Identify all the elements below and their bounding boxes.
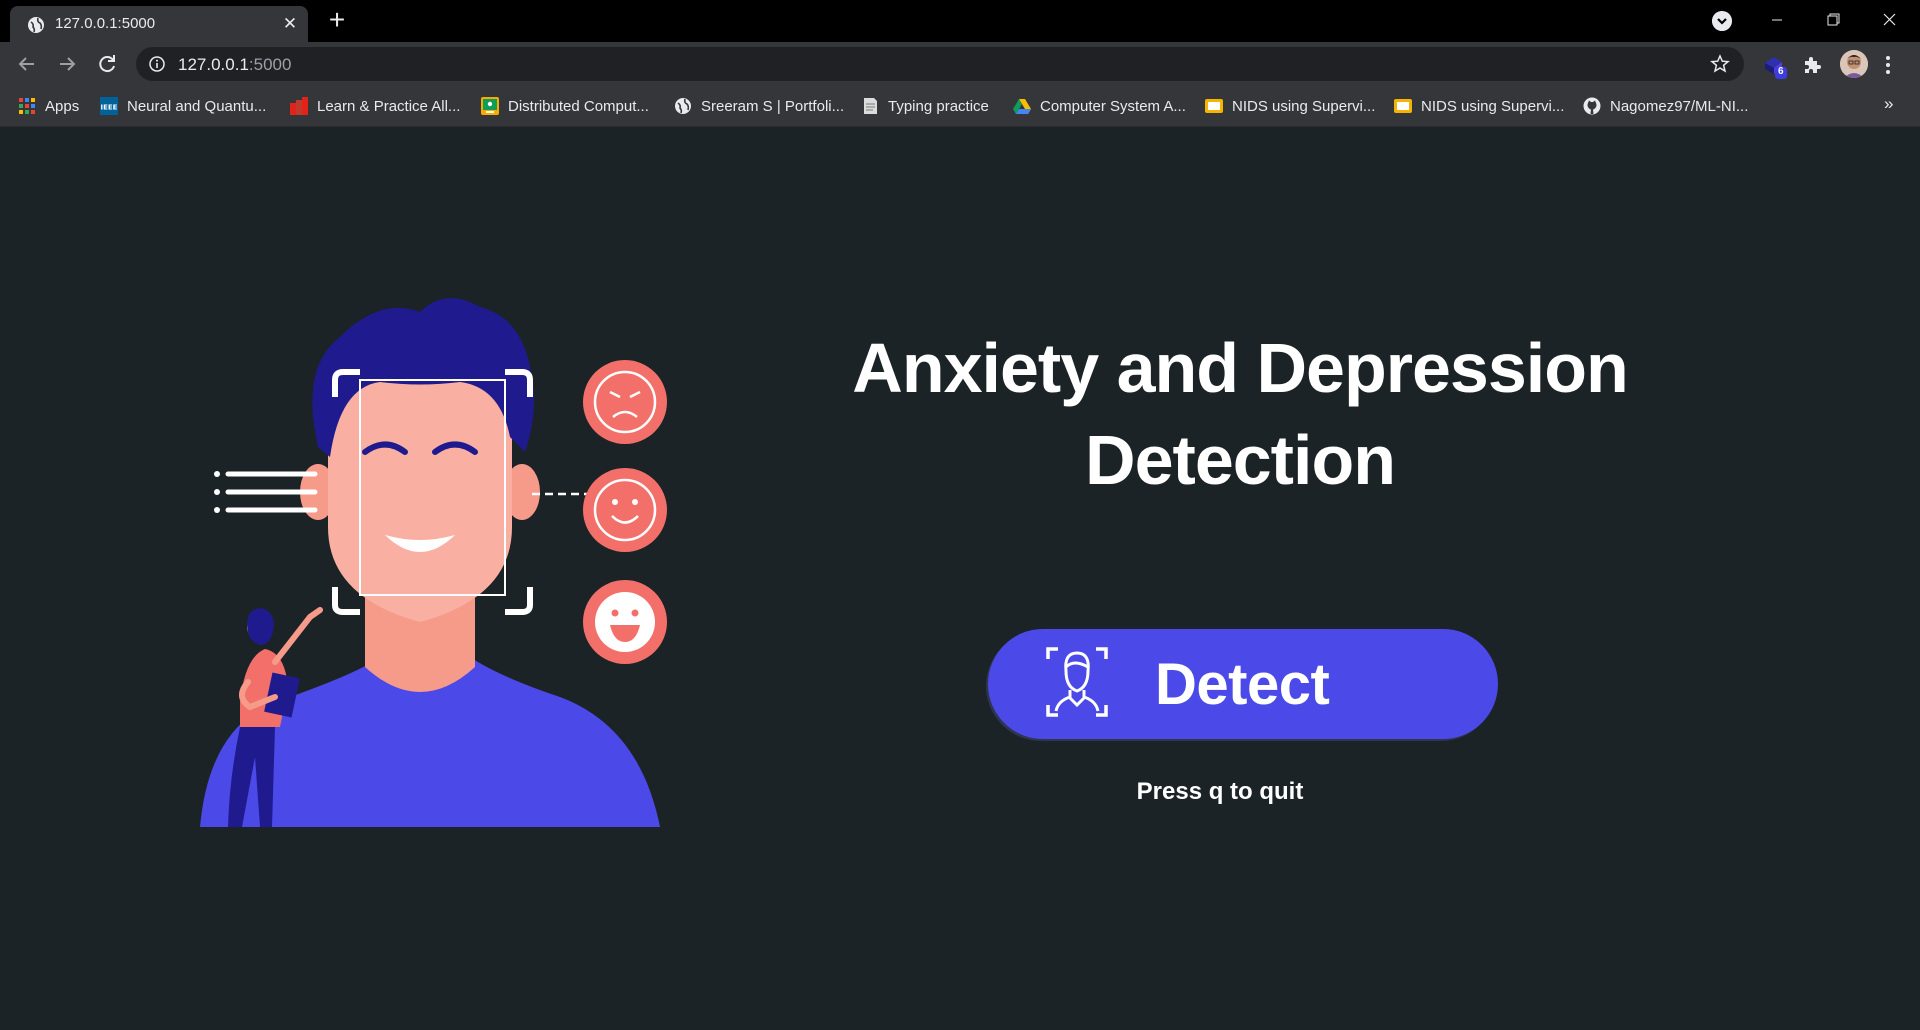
detect-button-label: Detect — [1155, 652, 1330, 717]
bookmark-item[interactable]: Nagomez97/ML-NI... — [1583, 86, 1748, 126]
bookmark-item[interactable]: NIDS using Supervi... — [1394, 86, 1564, 126]
page-title: Anxiety and Depression Detection — [820, 322, 1660, 506]
apps-grid-icon — [19, 98, 35, 114]
url-text[interactable]: 127.0.0.1:5000 — [178, 55, 291, 75]
happy-face-icon — [583, 468, 667, 552]
extension-badge: 6 — [1778, 66, 1784, 77]
bookmarks-bar: Apps IEEE Neural and Quantu... Learn & P… — [0, 86, 1920, 127]
bookmark-item[interactable]: IEEE Neural and Quantu... — [100, 86, 266, 126]
minimize-icon — [1772, 19, 1782, 21]
svg-text:IEEE: IEEE — [101, 104, 118, 112]
laughing-face-icon — [583, 580, 667, 664]
globe-icon — [28, 17, 44, 33]
url-port: :5000 — [248, 55, 292, 74]
bookmark-item[interactable]: Learn & Practice All... — [290, 86, 460, 126]
bookmark-label: Neural and Quantu... — [127, 97, 267, 115]
quit-hint: Press q to quit — [1136, 778, 1304, 805]
extension-icon — [1765, 57, 1787, 79]
tab-strip: 127.0.0.1:5000 ✕ + — [0, 0, 1920, 42]
slides-icon — [1205, 99, 1223, 113]
avatar[interactable] — [1840, 50, 1868, 78]
profile-avatar-icon — [1840, 50, 1868, 78]
site-info-icon[interactable] — [149, 56, 165, 72]
forward-arrow-icon[interactable] — [53, 50, 81, 78]
bookmark-label: Computer System A... — [1040, 97, 1186, 115]
bookmark-star-icon[interactable] — [1710, 54, 1730, 74]
puzzle-icon[interactable] — [1800, 53, 1824, 77]
bookmark-label: Distributed Comput... — [508, 97, 649, 115]
bookmark-label: Apps — [45, 97, 80, 115]
close-tab-icon[interactable]: ✕ — [280, 14, 300, 34]
bookmarks-overflow-button[interactable]: » — [1884, 94, 1893, 114]
restore-button[interactable] — [1810, 6, 1856, 34]
bookmark-item[interactable]: Sreeram S | Portfoli... — [674, 86, 844, 126]
title-line-1: Anxiety and Depression — [852, 329, 1628, 407]
close-window-button[interactable] — [1866, 6, 1912, 34]
detect-button[interactable]: Detect — [988, 629, 1498, 739]
tab-title: 127.0.0.1:5000 — [55, 15, 156, 32]
list-lines — [214, 471, 318, 513]
tab-search-icon[interactable] — [1712, 11, 1732, 31]
typing-icon — [864, 98, 877, 114]
bookmark-label: Typing practice — [888, 97, 989, 115]
angry-face-icon — [583, 360, 667, 444]
back-arrow-icon[interactable] — [13, 50, 41, 78]
more-vert-icon[interactable] — [1884, 54, 1892, 76]
bookmark-item[interactable]: Typing practice — [861, 86, 989, 126]
url-host: 127.0.0.1 — [178, 55, 249, 74]
bookmark-label: Sreeram S | Portfoli... — [701, 97, 845, 115]
globe-icon — [675, 98, 691, 114]
bookmark-label: Nagomez97/ML-NI... — [1610, 97, 1749, 115]
restore-icon — [1827, 13, 1840, 26]
bookmark-label: NIDS using Supervi... — [1232, 97, 1376, 115]
ieee-icon: IEEE — [100, 97, 118, 115]
minimize-button[interactable] — [1754, 6, 1800, 34]
bookmark-apps[interactable]: Apps — [18, 86, 79, 126]
github-icon — [1583, 97, 1601, 115]
face-detection-illustration — [200, 298, 667, 827]
bookmark-item[interactable]: Distributed Comput... — [481, 86, 649, 126]
bookmark-item[interactable]: NIDS using Supervi... — [1205, 86, 1375, 126]
browser-toolbar: 127.0.0.1:5000 6 — [0, 42, 1920, 86]
bookmark-item[interactable]: Computer System A... — [1013, 86, 1186, 126]
slides-icon — [1394, 99, 1412, 113]
active-tab[interactable]: 127.0.0.1:5000 ✕ — [10, 6, 308, 42]
face-scan-icon — [1046, 647, 1108, 717]
extension-button[interactable]: 6 — [1762, 53, 1787, 79]
address-bar[interactable]: 127.0.0.1:5000 — [136, 47, 1744, 81]
page-content: Anxiety and Depression Detection Detect … — [0, 127, 1920, 1030]
title-line-2: Detection — [1085, 421, 1396, 499]
bookmark-label: NIDS using Supervi... — [1421, 97, 1565, 115]
drive-icon — [1013, 99, 1031, 114]
bookmark-label: Learn & Practice All... — [317, 97, 461, 115]
close-icon — [1883, 13, 1896, 26]
classroom-icon — [481, 97, 499, 115]
new-tab-icon[interactable]: + — [323, 6, 351, 34]
face-shape — [328, 368, 512, 622]
practice-icon — [290, 97, 308, 115]
reload-icon[interactable] — [93, 50, 121, 78]
